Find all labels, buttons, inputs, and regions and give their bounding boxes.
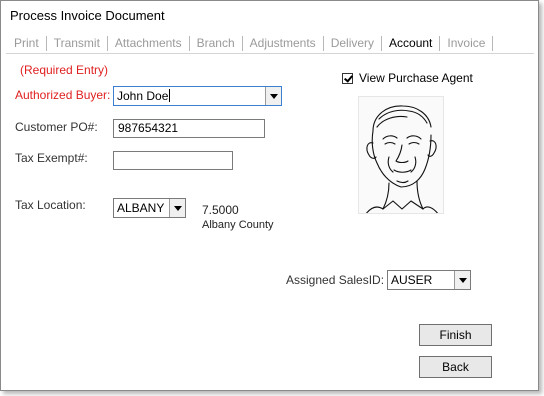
text-caret [169,89,171,102]
tax-location-combo[interactable]: ALBANY [113,198,186,218]
tax-location-label: Tax Location: [15,198,86,212]
tab-branch[interactable]: Branch [190,35,243,51]
tab-delivery[interactable]: Delivery [324,35,383,51]
tab-account[interactable]: Account [382,35,441,51]
portrait-sketch-icon [365,105,439,213]
authorized-buyer-value: John Doe [117,89,171,103]
window-title: Process Invoice Document [10,8,165,23]
chevron-down-icon[interactable] [169,199,185,217]
tab-print[interactable]: Print [7,35,47,51]
authorized-buyer-combo[interactable]: John Doe [113,86,282,106]
tax-rate: 7.5000 [202,203,239,217]
view-purchase-agent-option[interactable]: View Purchase Agent [342,71,473,85]
tax-exempt-label: Tax Exempt#: [15,151,88,165]
tab-adjustments[interactable]: Adjustments [243,35,324,51]
required-entry-note: (Required Entry) [20,63,109,77]
tab-invoice[interactable]: Invoice [440,35,494,51]
tab-divider [6,53,534,54]
tax-exempt-input[interactable] [113,151,233,170]
assigned-salesid-label: Assigned SalesID: [286,273,385,287]
tab-strip: Print Transmit Attachments Branch Adjust… [7,33,494,53]
view-purchase-agent-checkbox[interactable] [342,72,353,84]
tab-transmit[interactable]: Transmit [47,35,108,51]
tab-attachments[interactable]: Attachments [108,35,190,51]
tax-location-value: ALBANY [117,201,165,215]
finish-button[interactable]: Finish [419,324,492,346]
assigned-salesid-value: AUSER [391,273,433,287]
customer-po-input[interactable]: 987654321 [113,119,265,138]
chevron-down-icon[interactable] [265,87,281,105]
view-purchase-agent-label: View Purchase Agent [359,71,473,85]
tax-county: Albany County [202,219,274,231]
assigned-salesid-combo[interactable]: AUSER [387,270,471,290]
back-button[interactable]: Back [419,356,492,378]
purchase-agent-photo [358,96,444,214]
chevron-down-icon[interactable] [454,271,470,289]
process-invoice-window: Process Invoice Document Print Transmit … [0,0,539,391]
customer-po-label: Customer PO#: [15,120,98,134]
authorized-buyer-label: Authorized Buyer: [15,88,111,102]
